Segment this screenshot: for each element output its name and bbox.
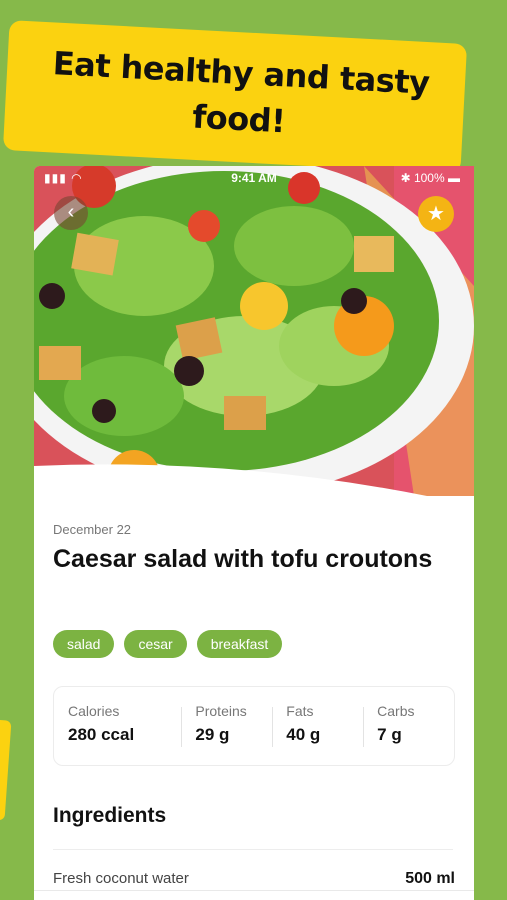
nutrition-label: Fats bbox=[286, 703, 314, 719]
recipe-title: Caesar salad with tofu croutons bbox=[53, 545, 433, 573]
battery-percent: 100% bbox=[413, 171, 445, 185]
nutrition-proteins: Proteins 29 g bbox=[181, 687, 272, 765]
nutrition-calories: Calories 280 ccal bbox=[54, 687, 181, 765]
nutrition-fats: Fats 40 g bbox=[272, 687, 363, 765]
nutrition-carbs: Carbs 7 g bbox=[363, 687, 454, 765]
recipe-date: December 22 bbox=[53, 522, 132, 537]
nutrition-label: Proteins bbox=[195, 703, 247, 719]
nutrition-value: 7 g bbox=[377, 725, 402, 744]
recipe-photo bbox=[34, 166, 474, 496]
tag-cesar[interactable]: cesar bbox=[124, 630, 187, 658]
chevron-left-icon: ‹ bbox=[67, 201, 75, 223]
nutrition-value: 40 g bbox=[286, 725, 321, 744]
phone-screen: ▮▮▮ ◠ 9:41 AM ✱ 100% ▬ ‹ ★ December 22 C… bbox=[34, 166, 474, 900]
ingredients-heading: Ingredients bbox=[53, 804, 167, 827]
nutrition-label: Carbs bbox=[377, 703, 415, 719]
nutrition-card: Calories 280 ccal Proteins 29 g Fats 40 … bbox=[53, 686, 455, 766]
ingredient-row: Fresh coconut water 500 ml bbox=[53, 870, 455, 888]
ingredient-name: Fresh coconut water bbox=[53, 870, 189, 887]
divider bbox=[53, 849, 453, 850]
tag-salad[interactable]: salad bbox=[53, 630, 115, 658]
battery-indicator: ✱ 100% ▬ bbox=[400, 171, 460, 185]
favorite-button[interactable]: ★ bbox=[418, 196, 454, 232]
salad-illustration bbox=[34, 166, 474, 496]
tag-list: salad cesar breakfast bbox=[53, 630, 283, 658]
star-icon: ★ bbox=[427, 203, 445, 225]
nutrition-value: 29 g bbox=[195, 725, 230, 744]
ingredient-quantity: 500 ml bbox=[405, 870, 455, 887]
tab-bar-divider bbox=[34, 890, 474, 891]
nutrition-label: Calories bbox=[68, 703, 120, 719]
status-bar: ▮▮▮ ◠ 9:41 AM ✱ 100% ▬ bbox=[34, 166, 474, 188]
decorative-yellow-shape bbox=[0, 719, 12, 821]
tag-breakfast[interactable]: breakfast bbox=[196, 630, 283, 658]
back-button[interactable]: ‹ bbox=[54, 196, 88, 230]
nutrition-value: 280 ccal bbox=[68, 725, 135, 744]
